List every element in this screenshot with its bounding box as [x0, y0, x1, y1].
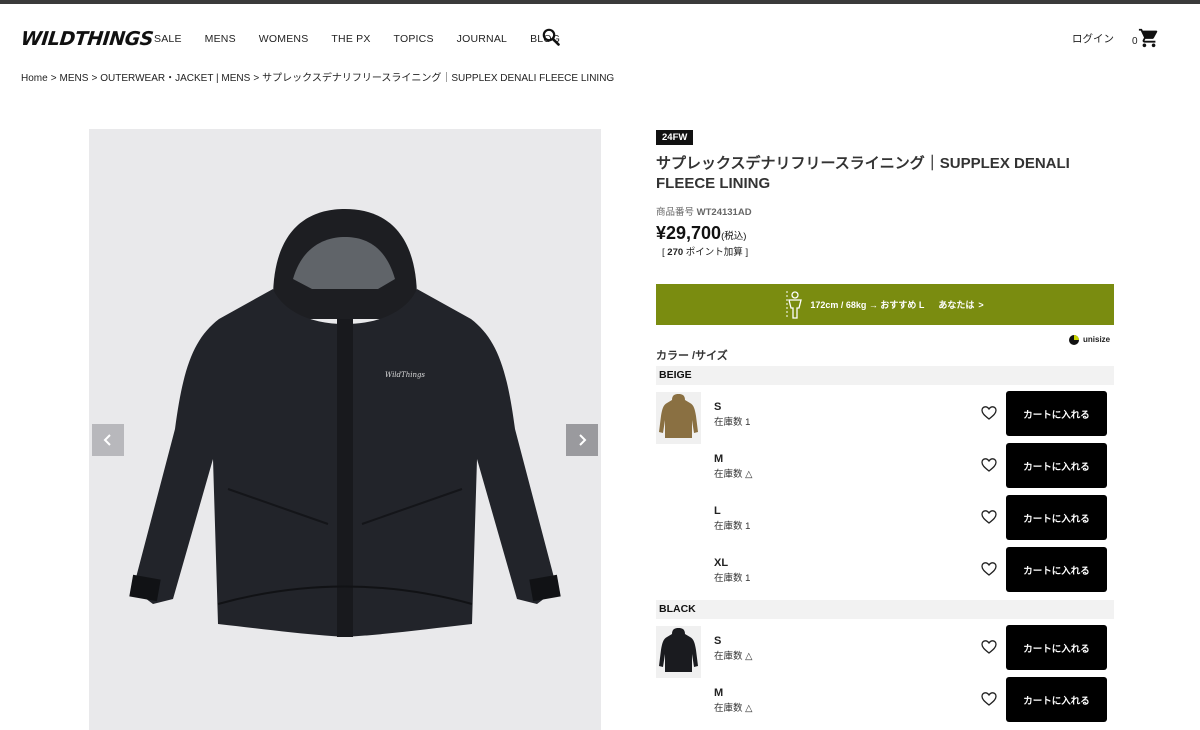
product-price: ¥29,700(税込) — [656, 222, 746, 248]
favorite-heart-icon[interactable] — [981, 691, 997, 707]
unisize-text: unisize — [1083, 335, 1111, 344]
points-value: 270 — [667, 247, 684, 258]
stock-status: 在庫数 1 — [714, 521, 751, 532]
stock-status: 在庫数 △ — [714, 651, 753, 662]
size-row: L 在庫数 1 カートに入れる — [656, 495, 1114, 545]
product-title: サプレックスデナリフリースライニング｜SUPPLEX DENALI FLEECE… — [656, 155, 1070, 192]
gallery-next-button[interactable] — [566, 424, 598, 456]
chevron-right-icon — [579, 434, 587, 446]
add-to-cart-button[interactable]: カートに入れる — [1006, 443, 1107, 488]
size-row: S 在庫数 △ カートに入れる — [656, 625, 1114, 678]
breadcrumb-mens[interactable]: MENS — [60, 73, 89, 84]
stock-status: 在庫数 △ — [714, 703, 753, 714]
favorite-heart-icon[interactable] — [981, 405, 997, 421]
login-link[interactable]: ログイン — [1072, 32, 1114, 46]
color-header-beige: BEIGE — [656, 366, 1114, 385]
add-to-cart-button[interactable]: カートに入れる — [1006, 495, 1107, 540]
favorite-heart-icon[interactable] — [981, 457, 997, 473]
unisize-brand: unisize — [1069, 334, 1110, 346]
favorite-heart-icon[interactable] — [981, 561, 997, 577]
size-recommend-you: あなたは — [938, 300, 975, 310]
stock-status: 在庫数 △ — [714, 469, 753, 480]
breadcrumb-current: サプレックスデナリフリースライニング｜SUPPLEX DENALI FLEECE… — [262, 73, 615, 84]
points-bracket-open: [ — [662, 247, 665, 258]
breadcrumb-separator: > — [253, 73, 260, 84]
search-icon[interactable] — [542, 28, 560, 46]
product-code-label: 商品番号 — [656, 207, 695, 218]
favorite-heart-icon[interactable] — [981, 509, 997, 525]
size-label: M — [714, 687, 724, 699]
top-border — [0, 0, 1200, 4]
price-value: ¥29,700 — [656, 223, 722, 243]
add-to-cart-button[interactable]: カートに入れる — [1006, 547, 1107, 592]
add-to-cart-button[interactable]: カートに入れる — [1006, 677, 1107, 722]
person-measure-icon — [786, 290, 803, 319]
breadcrumb-home[interactable]: Home — [21, 73, 48, 84]
size-label: S — [714, 635, 722, 647]
size-row: M 在庫数 △ カートに入れる — [656, 443, 1114, 493]
size-label: M — [714, 453, 724, 465]
breadcrumb-separator: > — [50, 73, 57, 84]
size-label: S — [714, 401, 722, 413]
nav-topics[interactable]: TOPICS — [394, 32, 434, 46]
nav-sale[interactable]: SALE — [154, 32, 182, 46]
product-code: 商品番号 WT24131AD — [656, 207, 752, 219]
cart-icon[interactable] — [1138, 27, 1160, 49]
stock-status: 在庫数 1 — [714, 417, 751, 428]
nav-the-px[interactable]: THE PX — [331, 32, 370, 46]
color-thumbnail-black — [656, 626, 701, 678]
points-bracket-close: ] — [745, 247, 749, 258]
size-row: M 在庫数 △ カートに入れる — [656, 677, 1114, 727]
breadcrumb-outerwear[interactable]: OUTERWEAR・JACKET | MENS — [100, 73, 250, 84]
product-code-value: WT24131AD — [696, 207, 752, 218]
cart-count: 0 — [1132, 36, 1138, 47]
brand-logo[interactable]: WILDTHINGS — [19, 24, 155, 54]
nav-womens[interactable]: WOMENS — [259, 32, 309, 46]
size-row: S 在庫数 1 カートに入れる — [656, 391, 1114, 444]
season-badge: 24FW — [656, 130, 694, 145]
unisize-logo-icon — [1069, 335, 1079, 345]
price-tax-note: (税込) — [721, 231, 747, 242]
gallery-prev-button[interactable] — [92, 424, 124, 456]
nav-journal[interactable]: JOURNAL — [457, 32, 507, 46]
chevron-right-icon: > — [978, 299, 984, 310]
size-row: XL 在庫数 1 カートに入れる — [656, 547, 1114, 597]
color-thumbnail-beige — [656, 392, 701, 444]
size-label: XL — [714, 557, 729, 569]
brand-logo-text: WILDTHINGS — [19, 28, 155, 50]
beige-jacket-thumb — [659, 394, 698, 438]
size-recommend-text: 172cm / 68kg → おすすめ L — [810, 300, 925, 310]
stock-status: 在庫数 1 — [714, 573, 751, 584]
black-jacket-thumb — [659, 628, 698, 672]
points-label: ポイント加算 — [685, 247, 743, 258]
size-label: L — [714, 505, 721, 517]
breadcrumb: Home > MENS > OUTERWEAR・JACKET | MENS > サプレックス… — [21, 73, 614, 85]
favorite-heart-icon[interactable] — [981, 639, 997, 655]
product-image: WildThings — [129, 209, 561, 637]
breadcrumb-separator: > — [91, 73, 98, 84]
chevron-left-icon — [103, 434, 111, 446]
jacket-logo-text: WildThings — [385, 371, 425, 379]
color-header-black: BLACK — [656, 600, 1114, 619]
main-nav: SALE MENS WOMENS THE PX TOPICS JOURNAL B… — [154, 32, 583, 46]
nav-mens[interactable]: MENS — [205, 32, 236, 46]
points-info: [ 270 ポイント加算 ] — [662, 247, 748, 259]
product-image-gallery: WildThings — [89, 129, 601, 730]
add-to-cart-button[interactable]: カートに入れる — [1006, 391, 1107, 436]
add-to-cart-button[interactable]: カートに入れる — [1006, 625, 1107, 670]
size-recommend-banner[interactable]: 172cm / 68kg → おすすめ L あなたは > — [656, 284, 1114, 325]
color-size-label: カラー /サイズ — [656, 350, 728, 362]
